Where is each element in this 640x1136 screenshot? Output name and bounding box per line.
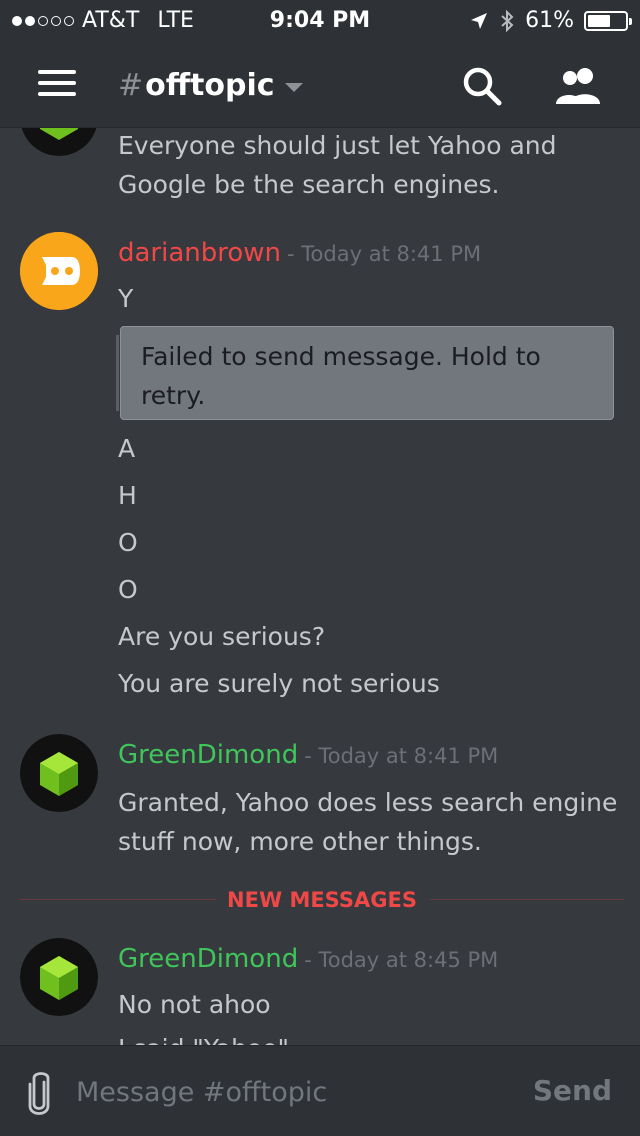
- author-name[interactable]: GreenDimond: [118, 944, 298, 974]
- message-text: A: [118, 434, 136, 463]
- failed-message-text[interactable]: Y: [118, 284, 133, 313]
- message-text: O: [118, 528, 138, 557]
- new-messages-label: NEW MESSAGES: [227, 888, 417, 912]
- author-name[interactable]: darianbrown: [118, 238, 281, 268]
- message-header: darianbrown - Today at 8:41 PM: [118, 238, 481, 268]
- user-avatar[interactable]: [20, 734, 98, 812]
- message-timestamp: - Today at 8:45 PM: [304, 948, 499, 972]
- user-avatar[interactable]: [20, 128, 98, 156]
- message-composer: Send: [0, 1045, 640, 1136]
- bluetooth-icon: [501, 9, 514, 32]
- menu-icon[interactable]: [38, 70, 76, 100]
- channel-hash: #: [118, 68, 144, 103]
- discord-logo-icon: [20, 232, 98, 310]
- message-timestamp: - Today at 8:41 PM: [287, 242, 482, 266]
- message-text: No not ahoo: [118, 990, 271, 1019]
- failed-send-notice[interactable]: Failed to send message. Hold to retry.: [116, 326, 614, 420]
- search-icon[interactable]: [460, 64, 504, 108]
- send-button[interactable]: Send: [533, 1074, 612, 1107]
- battery-icon: [584, 10, 632, 31]
- channel-header: # offtopic: [0, 42, 640, 128]
- user-avatar[interactable]: [20, 232, 98, 310]
- new-messages-divider: NEW MESSAGES: [20, 888, 624, 912]
- message-header: GreenDimond - Today at 8:41 PM: [118, 740, 498, 770]
- user-avatar[interactable]: [20, 938, 98, 1016]
- members-icon[interactable]: [552, 64, 604, 108]
- message-text: I said "Yahoo": [118, 1034, 289, 1045]
- message-list[interactable]: Everyone should just let Yahoo and Googl…: [0, 128, 640, 1045]
- author-name[interactable]: GreenDimond: [118, 740, 298, 770]
- status-bar: AT&T LTE 9:04 PM 61%: [0, 0, 640, 42]
- channel-title[interactable]: # offtopic: [118, 68, 303, 103]
- attachment-icon[interactable]: [24, 1070, 54, 1116]
- channel-name: offtopic: [145, 68, 275, 103]
- message-text: O: [118, 575, 138, 604]
- message-text: Everyone should just let Yahoo and Googl…: [118, 131, 557, 199]
- location-arrow-icon: [471, 12, 488, 29]
- message-text: Are you serious?: [118, 622, 326, 651]
- message-input[interactable]: [66, 1068, 526, 1116]
- message-text: You are surely not serious: [118, 669, 440, 698]
- message-text: Granted, Yahoo does less search engine s…: [118, 788, 618, 856]
- message-text: H: [118, 481, 137, 510]
- message-header: GreenDimond - Today at 8:45 PM: [118, 944, 498, 974]
- message-timestamp: - Today at 8:41 PM: [304, 744, 499, 768]
- chevron-down-icon: [284, 83, 303, 92]
- battery-percent: 61%: [525, 8, 574, 33]
